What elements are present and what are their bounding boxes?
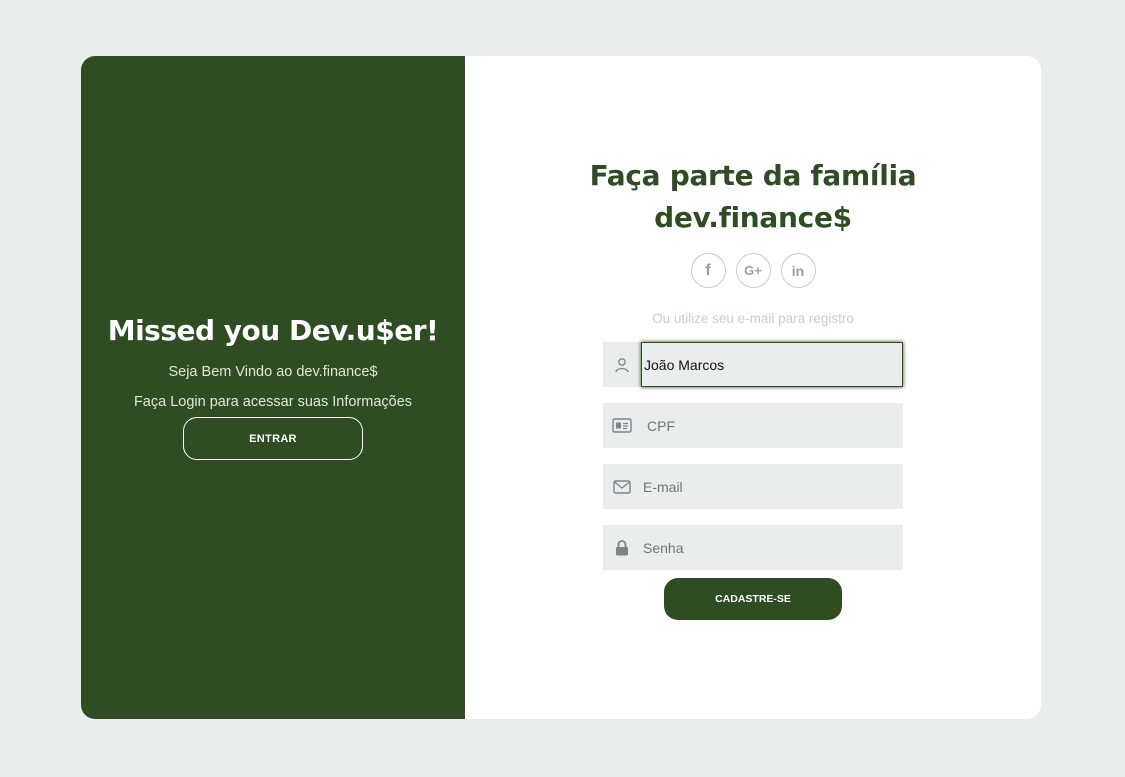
lock-icon (603, 539, 641, 556)
social-buttons: f G+ in (465, 253, 1041, 288)
facebook-icon[interactable]: f (690, 253, 726, 288)
email-field (603, 464, 903, 509)
user-icon (603, 357, 641, 373)
name-field (603, 342, 903, 387)
signup-hint: Ou utilize seu e-mail para registro (652, 311, 854, 326)
auth-card: Missed you Dev.u$er! Seja Bem Vindo ao d… (81, 56, 1041, 719)
signup-title-line2: dev.finance$ (654, 201, 852, 234)
signup-title-line1: Faça parte da família (589, 159, 917, 192)
welcome-title: Missed you Dev.u$er! (107, 314, 439, 347)
login-button[interactable]: ENTRAR (183, 417, 363, 460)
welcome-subtitle: Seja Bem Vindo ao dev.finance$ (168, 364, 378, 380)
cpf-input[interactable] (641, 403, 903, 448)
welcome-description: Faça Login para acessar suas Informações (133, 394, 413, 410)
name-input[interactable] (641, 342, 903, 387)
password-field (603, 525, 903, 570)
signup-button[interactable]: CADASTRE-SE (664, 578, 842, 620)
welcome-panel: Missed you Dev.u$er! Seja Bem Vindo ao d… (81, 56, 465, 719)
email-input[interactable] (641, 464, 903, 509)
envelope-icon (603, 479, 641, 494)
id-card-icon (603, 418, 641, 433)
linkedin-icon[interactable]: in (780, 253, 816, 288)
password-input[interactable] (641, 525, 903, 570)
signup-title: Faça parte da família dev.finance$ (465, 155, 1041, 239)
google-plus-icon[interactable]: G+ (735, 253, 771, 288)
cpf-field (603, 403, 903, 448)
signup-panel: Faça parte da família dev.finance$ f G+ … (465, 56, 1041, 719)
